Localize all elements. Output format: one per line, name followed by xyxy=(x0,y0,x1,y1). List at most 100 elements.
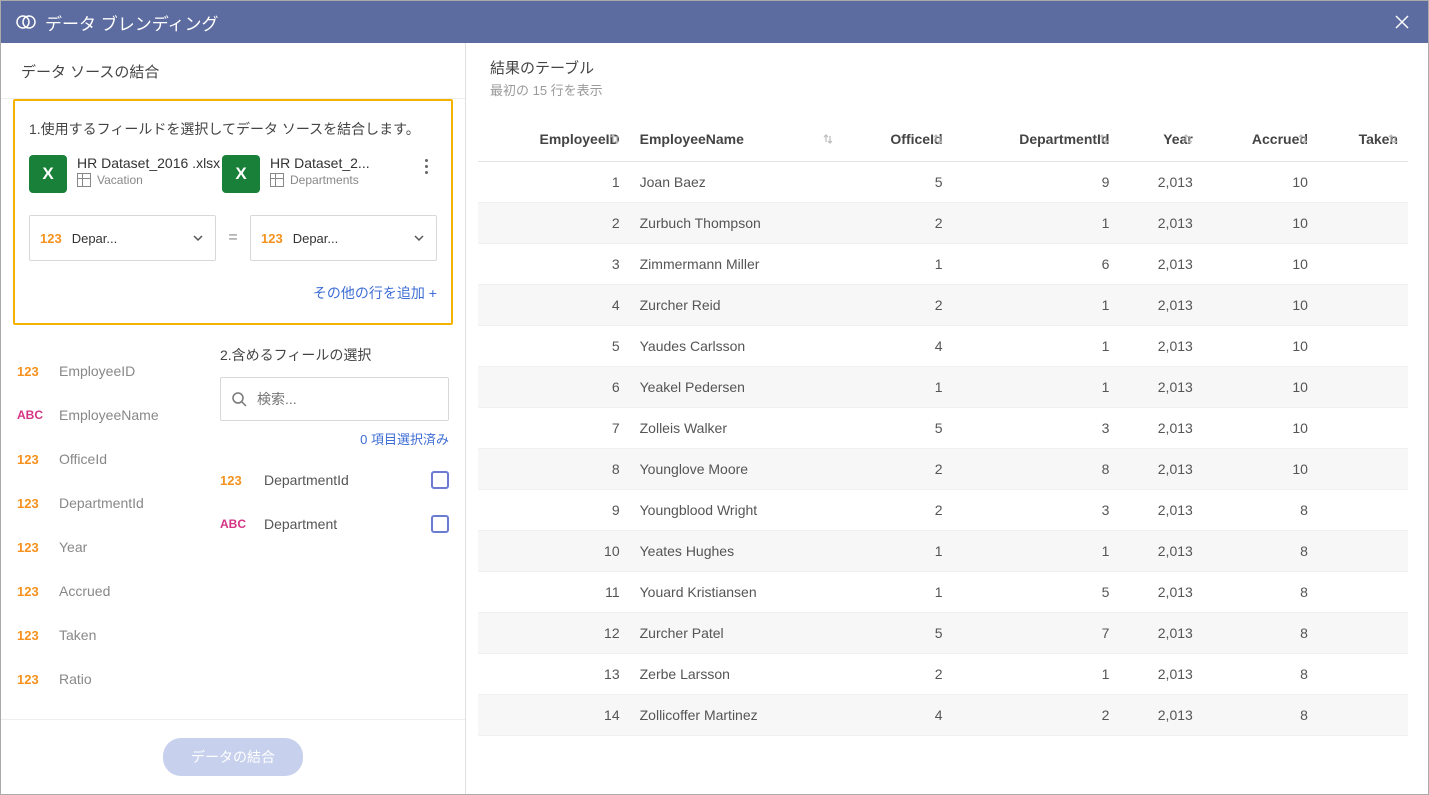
table-cell: Zerbe Larsson xyxy=(630,654,844,695)
table-cell: 10 xyxy=(478,531,630,572)
table-cell xyxy=(1318,162,1408,203)
table-cell: 8 xyxy=(1203,531,1318,572)
field-item[interactable]: ABCEmployeeName xyxy=(13,393,212,437)
table-cell: 3 xyxy=(953,490,1120,531)
column-header[interactable]: EmployeeName xyxy=(630,117,844,162)
table-cell: 8 xyxy=(1203,613,1318,654)
table-cell: Joan Baez xyxy=(630,162,844,203)
table-cell: 10 xyxy=(1203,326,1318,367)
field-item[interactable]: 123Year xyxy=(13,525,212,569)
table-cell: 1 xyxy=(478,162,630,203)
column-header[interactable]: Year xyxy=(1119,117,1202,162)
selectable-field-item[interactable]: 123DepartmentId xyxy=(220,458,449,502)
table-cell xyxy=(1318,490,1408,531)
table-cell: Youard Kristiansen xyxy=(630,572,844,613)
table-row[interactable]: 13Zerbe Larsson212,0138 xyxy=(478,654,1408,695)
source-b-name: HR Dataset_2... xyxy=(270,155,415,171)
table-cell: 2 xyxy=(843,490,952,531)
table-cell: 1 xyxy=(953,531,1120,572)
table-cell: 2,013 xyxy=(1119,326,1202,367)
table-row[interactable]: 8Younglove Moore282,01310 xyxy=(478,449,1408,490)
field-checkbox[interactable] xyxy=(431,471,449,489)
join-field-b-dropdown[interactable]: 123 Depar... xyxy=(250,215,437,261)
table-cell: 10 xyxy=(1203,408,1318,449)
table-row[interactable]: 11Youard Kristiansen152,0138 xyxy=(478,572,1408,613)
blend-icon xyxy=(15,11,37,33)
table-row[interactable]: 4Zurcher Reid212,01310 xyxy=(478,285,1408,326)
join-field-a-dropdown[interactable]: 123 Depar... xyxy=(29,215,216,261)
column-header[interactable]: Accrued xyxy=(1203,117,1318,162)
step2-panel: 2.含めるフィールの選択 0 項目選択済み 123DepartmentIdABC… xyxy=(212,345,453,701)
table-cell: 5 xyxy=(843,408,952,449)
table-cell: 5 xyxy=(953,572,1120,613)
table-cell: 10 xyxy=(1203,203,1318,244)
table-row[interactable]: 9Youngblood Wright232,0138 xyxy=(478,490,1408,531)
field-item[interactable]: 123Taken xyxy=(13,613,212,657)
field-item[interactable]: 123DepartmentId xyxy=(13,481,212,525)
sort-icon xyxy=(1386,132,1400,146)
result-table: EmployeeIDEmployeeNameOfficeIdDepartment… xyxy=(478,117,1408,736)
table-row[interactable]: 2Zurbuch Thompson212,01310 xyxy=(478,203,1408,244)
table-cell: 4 xyxy=(478,285,630,326)
table-row[interactable]: 3Zimmermann Miller162,01310 xyxy=(478,244,1408,285)
table-cell xyxy=(1318,203,1408,244)
column-header[interactable]: DepartmentId xyxy=(953,117,1120,162)
join-field-a-label: Depar... xyxy=(72,231,191,246)
table-row[interactable]: 12Zurcher Patel572,0138 xyxy=(478,613,1408,654)
table-cell: 1 xyxy=(953,367,1120,408)
field-name: DepartmentId xyxy=(264,472,431,488)
column-header[interactable]: Taken xyxy=(1318,117,1408,162)
type-text-icon: ABC xyxy=(220,517,254,531)
field-name: Accrued xyxy=(59,583,110,599)
table-cell: 7 xyxy=(478,408,630,449)
source-more-button[interactable] xyxy=(415,155,437,178)
field-name: Ratio xyxy=(59,671,92,687)
type-numeric-icon: 123 xyxy=(17,452,49,467)
type-numeric-icon: 123 xyxy=(17,672,49,687)
table-cell: Younglove Moore xyxy=(630,449,844,490)
field-name: EmployeeID xyxy=(59,363,135,379)
table-row[interactable]: 1Joan Baez592,01310 xyxy=(478,162,1408,203)
selected-count: 0 項目選択済み xyxy=(220,429,449,448)
table-cell: 3 xyxy=(478,244,630,285)
field-checkbox[interactable] xyxy=(431,515,449,533)
step2-title: 2.含めるフィールの選択 xyxy=(220,345,449,365)
table-cell: Zolleis Walker xyxy=(630,408,844,449)
field-item[interactable]: 123OfficeId xyxy=(13,437,212,481)
table-row[interactable]: 6Yeakel Pedersen112,01310 xyxy=(478,367,1408,408)
table-cell: 2,013 xyxy=(1119,244,1202,285)
table-cell: 3 xyxy=(953,408,1120,449)
table-row[interactable]: 14Zollicoffer Martinez422,0138 xyxy=(478,695,1408,736)
sort-icon xyxy=(1097,132,1111,146)
field-item[interactable]: 123Accrued xyxy=(13,569,212,613)
table-cell: 2,013 xyxy=(1119,408,1202,449)
field-item[interactable]: 123EmployeeID xyxy=(13,349,212,393)
field-search-input[interactable] xyxy=(257,391,438,407)
table-cell: Zurbuch Thompson xyxy=(630,203,844,244)
table-row[interactable]: 7Zolleis Walker532,01310 xyxy=(478,408,1408,449)
table-cell: 2 xyxy=(843,203,952,244)
table-cell: Yeakel Pedersen xyxy=(630,367,844,408)
table-row[interactable]: 10Yeates Hughes112,0138 xyxy=(478,531,1408,572)
field-item[interactable]: 123 Ratio xyxy=(13,657,212,701)
selectable-field-item[interactable]: ABCDepartment xyxy=(220,502,449,546)
table-cell: 13 xyxy=(478,654,630,695)
table-cell: 4 xyxy=(843,326,952,367)
close-button[interactable] xyxy=(1390,10,1414,34)
table-row[interactable]: 5Yaudes Carlsson412,01310 xyxy=(478,326,1408,367)
column-header[interactable]: EmployeeID xyxy=(478,117,630,162)
source-a-name: HR Dataset_2016 .xlsx xyxy=(77,155,222,171)
table-cell: 8 xyxy=(953,449,1120,490)
table-cell: Yeates Hughes xyxy=(630,531,844,572)
field-name: EmployeeName xyxy=(59,407,159,423)
column-header[interactable]: OfficeId xyxy=(843,117,952,162)
combine-data-button[interactable]: データの結合 xyxy=(163,738,303,776)
step1-box: 1.使用するフィールドを選択してデータ ソースを結合します。 X HR Data… xyxy=(13,99,453,325)
add-join-row-link[interactable]: その他の行を追加 + xyxy=(313,285,437,301)
table-cell xyxy=(1318,531,1408,572)
table-cell: 1 xyxy=(843,367,952,408)
field-search[interactable] xyxy=(220,377,449,421)
result-subtitle: 最初の 15 行を表示 xyxy=(490,80,1404,99)
table-cell: Zimmermann Miller xyxy=(630,244,844,285)
table-cell: Zollicoffer Martinez xyxy=(630,695,844,736)
